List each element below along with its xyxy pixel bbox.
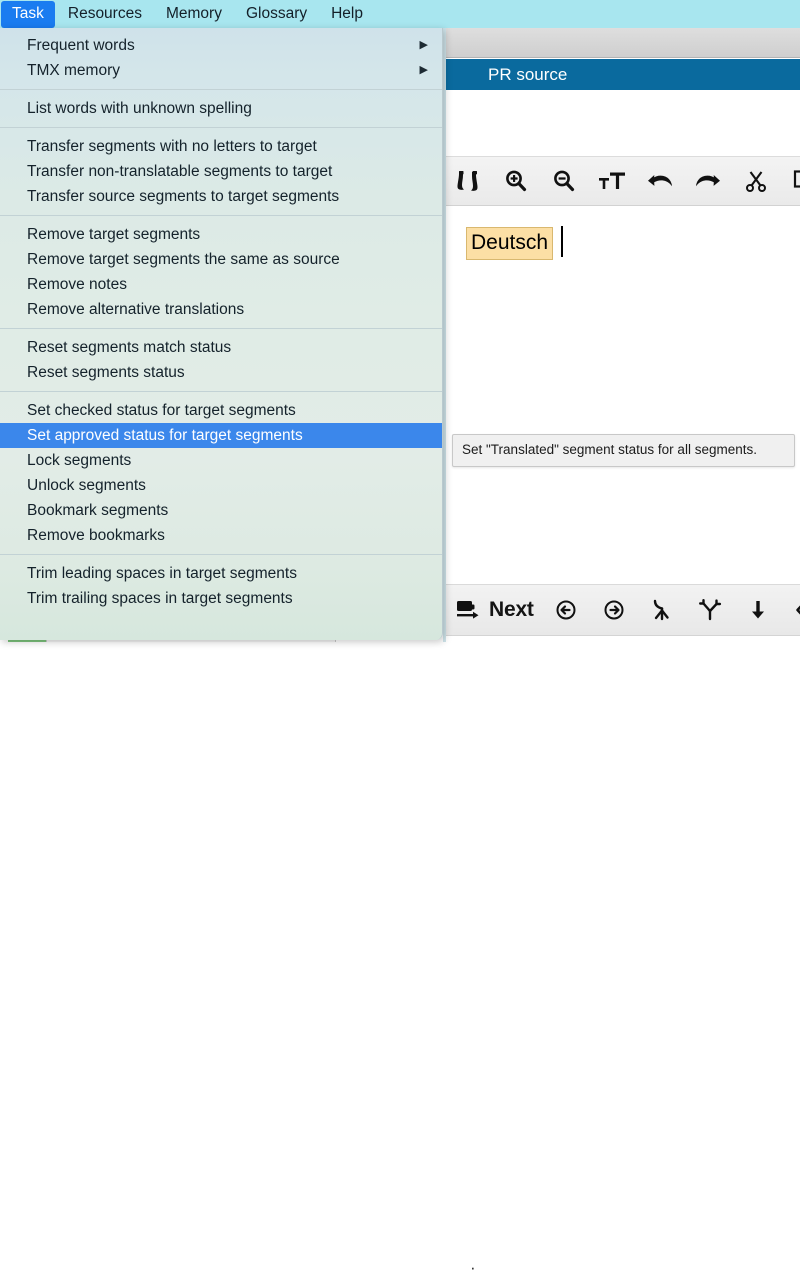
font-size-icon[interactable] [588,157,636,205]
next-segment-icon [457,601,479,619]
menu-item-remove-target-segments[interactable]: Remove target segments [0,222,442,247]
panel-edge-sliver [443,28,446,642]
source-text-area[interactable]: Deutsch [444,207,800,584]
menu-item-label: TMX memory [27,62,120,79]
menu-item-label: Remove target segments the same as sourc… [27,251,340,268]
chevron-right-icon: ▶ [419,39,428,51]
move-down-icon[interactable] [734,586,782,634]
undo-icon[interactable] [636,157,684,205]
menu-item-label: Reset segments status [27,364,185,381]
menubar-item-glossary[interactable]: Glossary [235,1,318,28]
menu-separator [0,391,442,392]
menu-group-spelling: List words with unknown spelling [0,96,442,121]
menu-item-label: Transfer source segments to target segme… [27,188,340,205]
task-dropdown-menu: Frequent words ▶ TMX memory ▶ List words… [0,28,443,640]
menu-item-tooltip: Set "Translated" segment status for all … [452,434,795,467]
menu-item-trim-trailing-spaces[interactable]: Trim trailing spaces in target segments [0,586,442,611]
menu-group-memory-tools: Frequent words ▶ TMX memory ▶ [0,28,442,83]
menu-group-reset: Reset segments match status Reset segmen… [0,335,442,385]
menu-item-remove-target-same-as-source[interactable]: Remove target segments the same as sourc… [0,247,442,272]
next-button-label: Next [489,598,534,621]
menu-item-bookmark-segments[interactable]: Bookmark segments [0,498,442,523]
menu-item-lock-segments[interactable]: Lock segments [0,448,442,473]
panel-title: PR source [488,64,568,84]
zoom-out-icon[interactable] [540,157,588,205]
next-segment-button[interactable]: Next [444,586,542,634]
menu-item-label: Remove target segments [27,226,201,243]
menu-item-label: Transfer segments with no letters to tar… [27,138,317,155]
panel-title-bar: PR source [444,59,800,90]
menu-item-label: Remove notes [27,276,127,293]
forward-segment-icon[interactable] [590,586,638,634]
menubar-item-help[interactable]: Help [320,1,374,28]
split-segment-icon[interactable] [686,586,734,634]
menu-bar: Task Resources Memory Glossary Help [0,0,800,28]
menu-item-transfer-no-letters[interactable]: Transfer segments with no letters to tar… [0,134,442,159]
menu-group-remove: Remove target segments Remove target seg… [0,222,442,322]
menu-item-label: Trim leading spaces in target segments [27,565,297,582]
menu-item-label: List words with unknown spelling [27,100,252,117]
menu-separator [0,89,442,90]
menu-item-label: Set checked status for target segments [27,402,296,419]
menubar-item-memory[interactable]: Memory [155,1,233,28]
menu-group-trim: Trim leading spaces in target segments T… [0,561,442,611]
menu-item-label: Trim trailing spaces in target segments [27,590,293,607]
chevron-right-icon: ▶ [419,64,428,76]
menu-item-reset-segments-status[interactable]: Reset segments status [0,360,442,385]
cut-icon[interactable] [732,157,780,205]
zoom-in-icon[interactable] [492,157,540,205]
panel-toolbar-strip [444,28,800,58]
menu-item-remove-bookmarks[interactable]: Remove bookmarks [0,523,442,548]
menu-separator [0,554,442,555]
menu-group-status: Set checked status for target segments S… [0,398,442,548]
menu-group-transfer: Transfer segments with no letters to tar… [0,134,442,209]
menu-item-set-approved-status[interactable]: Set approved status for target segments [0,423,442,448]
navigation-toolbar: Next [444,584,800,636]
menu-item-label: Remove bookmarks [27,527,165,544]
menu-item-unlock-segments[interactable]: Unlock segments [0,473,442,498]
menu-item-remove-notes[interactable]: Remove notes [0,272,442,297]
menu-item-label: Frequent words [27,37,135,54]
menu-item-transfer-source-to-target[interactable]: Transfer source segments to target segme… [0,184,442,209]
menu-item-label: Transfer non-translatable segments to ta… [27,163,333,180]
menu-separator [0,328,442,329]
menu-item-reset-match-status[interactable]: Reset segments match status [0,335,442,360]
menu-item-transfer-non-translatable[interactable]: Transfer non-translatable segments to ta… [0,159,442,184]
panel-spacer [444,90,800,156]
edit-toolbar [444,156,800,206]
text-caret [561,226,563,257]
menu-item-label: Bookmark segments [27,502,169,519]
redo-icon[interactable] [684,157,732,205]
menu-item-set-checked-status[interactable]: Set checked status for target segments [0,398,442,423]
menubar-item-task[interactable]: Task [1,0,55,28]
document-panel: PR source Deutsch Next · [443,28,800,1276]
menu-item-list-unknown-spelling[interactable]: List words with unknown spelling [0,96,442,121]
menu-item-label: Set approved status for target segments [27,427,303,444]
previous-segment-icon[interactable] [542,586,590,634]
menu-item-frequent-words[interactable]: Frequent words ▶ [0,33,442,58]
highlighted-segment[interactable]: Deutsch [466,227,554,260]
move-left-icon[interactable] [782,586,800,634]
status-marker: · [470,1258,476,1277]
tooltip-text: Set "Translated" segment status for all … [462,442,757,457]
application-window: PR source Deutsch Next · Set "Translated… [0,0,800,1276]
menu-item-label: Lock segments [27,452,132,469]
menu-item-label: Unlock segments [27,477,146,494]
menu-separator [0,215,442,216]
menu-item-remove-alternative-translations[interactable]: Remove alternative translations [0,297,442,322]
merge-segments-icon[interactable] [638,586,686,634]
menu-separator [0,127,442,128]
copy-icon[interactable] [780,157,800,205]
menu-item-tmx-memory[interactable]: TMX memory ▶ [0,58,442,83]
menubar-item-resources[interactable]: Resources [57,1,153,28]
menu-item-label: Reset segments match status [27,339,232,356]
find-icon[interactable] [444,157,492,205]
menu-item-trim-leading-spaces[interactable]: Trim leading spaces in target segments [0,561,442,586]
menu-item-label: Remove alternative translations [27,301,245,318]
